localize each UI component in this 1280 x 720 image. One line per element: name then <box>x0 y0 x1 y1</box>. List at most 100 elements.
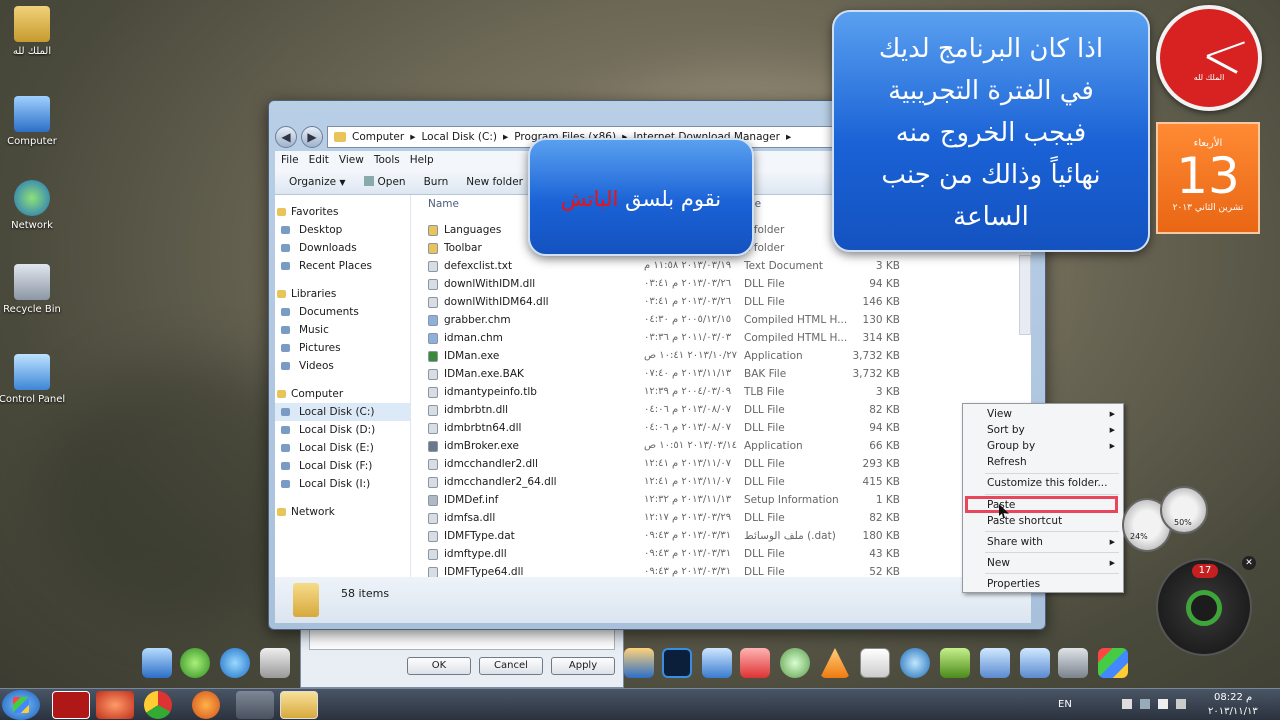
desktop-icon-computer[interactable]: Computer <box>0 96 70 147</box>
file-row[interactable]: defexclist.txt ٢٠١٣/٠٣/١٩ ١١:٥٨ م Text Doc… <box>412 257 1031 275</box>
dock-tool-icon[interactable] <box>702 648 732 678</box>
file-row[interactable]: idmfsa.dll ٢٠١٣/٠٣/٢٩ م ١٢:١٧ DLL File 82 K… <box>412 509 1031 527</box>
file-row[interactable]: IDMan.exe ٢٠١٣/١٠/٢٧ ١٠:٤١ ص Application 3,… <box>412 347 1031 365</box>
file-row[interactable]: idmcchandler2.dll ٢٠١٣/١١/٠٧ م ١٢:٤١ DLL F… <box>412 455 1031 473</box>
file-row[interactable]: IDMDef.inf ٢٠١٣/١١/١٣ م ١٢:٣٢ Setup Inform… <box>412 491 1031 509</box>
desktop-icon-control-panel[interactable]: Control Panel <box>0 354 70 405</box>
nav-item[interactable]: Local Disk (E:) <box>275 439 410 457</box>
taskbar-firefox-icon[interactable] <box>192 691 220 719</box>
file-row[interactable]: idmftype.dll ٢٠١٣/٠٣/٣١ م ٠٩:٤٣ DLL File 43… <box>412 545 1031 563</box>
ctx-share-with[interactable]: Share with ▶ <box>987 534 1117 550</box>
nav-item[interactable]: Documents <box>275 303 410 321</box>
dock-disc-icon[interactable] <box>940 648 970 678</box>
dock-chart-icon[interactable] <box>624 648 654 678</box>
ctx-view[interactable]: View ▶ <box>987 406 1117 422</box>
desktop-icon-user-folder[interactable]: الملك لله <box>0 6 70 57</box>
organize-button[interactable]: Organize ▼ <box>289 176 346 188</box>
nav-section-network[interactable]: Network <box>275 503 410 521</box>
nav-item[interactable]: Downloads <box>275 239 410 257</box>
taskbar-chrome-icon[interactable] <box>144 691 172 719</box>
open-button[interactable]: Open <box>363 175 406 188</box>
ctx-sort-by[interactable]: Sort by ▶ <box>987 422 1117 438</box>
ctx-refresh[interactable]: Refresh <box>987 454 1117 470</box>
file-row[interactable]: IDMFType.dat ٢٠١٣/٠٣/٣١ م ٠٩:٤٣ ملف الوسائ… <box>412 527 1031 545</box>
tray-icons[interactable] <box>1122 699 1194 711</box>
memory-meter-gadget[interactable]: 50% <box>1160 486 1208 534</box>
ctx-properties[interactable]: Properties <box>987 576 1117 592</box>
media-gadget[interactable]: 17 ✕ <box>1156 556 1256 656</box>
ctx-customize-folder[interactable]: Customize this folder... <box>987 475 1117 491</box>
dock-vlc-icon[interactable] <box>820 648 850 678</box>
nav-item[interactable]: Local Disk (F:) <box>275 457 410 475</box>
nav-item[interactable]: Music <box>275 321 410 339</box>
calendar-gadget[interactable]: الأربعاء 13 تشرين الثاني ٢٠١٣ <box>1156 122 1260 234</box>
menu-help[interactable]: Help <box>410 154 434 166</box>
forward-button[interactable]: ▶ <box>301 126 323 148</box>
ctx-label: Share with <box>987 536 1043 548</box>
start-button[interactable] <box>2 690 40 720</box>
file-row[interactable]: downlWithIDM.dll ٢٠١٣/٠٣/٢٦ م ٠٣:٤١ DLL Fi… <box>412 275 1031 293</box>
ctx-new[interactable]: New ▶ <box>987 555 1117 571</box>
nav-item-icon <box>281 362 290 370</box>
dock-paint-icon[interactable] <box>740 648 770 678</box>
file-row[interactable]: idmbrbtn64.dll ٢٠١٣/٠٨/٠٧ م ٠٤:٠٦ DLL File… <box>412 419 1031 437</box>
clock-date[interactable]: ٢٠١٣/١١/١٣ <box>1208 706 1258 717</box>
nav-section-favorites[interactable]: Favorites <box>275 203 410 221</box>
taskbar-installer-icon[interactable] <box>236 691 274 719</box>
breadcrumb-local-disk[interactable]: Local Disk (C:) <box>421 131 497 143</box>
new-folder-button[interactable]: New folder <box>466 176 523 188</box>
dock-network-icon[interactable] <box>780 648 810 678</box>
menu-separator <box>985 573 1119 574</box>
clock-time[interactable]: 08:22 م <box>1214 692 1252 703</box>
taskbar-explorer-icon[interactable] <box>280 691 318 719</box>
nav-section-computer[interactable]: Computer <box>275 385 410 403</box>
dock-calendar-icon[interactable] <box>860 648 890 678</box>
nav-item[interactable]: Pictures <box>275 339 410 357</box>
dock-computer-icon[interactable] <box>142 648 172 678</box>
dock-ie-icon[interactable] <box>220 648 250 678</box>
desktop-icon-network[interactable]: Network <box>0 180 70 231</box>
file-row[interactable]: idmantypeinfo.tlb ٢٠٠٤/٠٣/٠٩ م ١٢:٣٩ TLB F… <box>412 383 1031 401</box>
language-indicator[interactable]: EN <box>1058 699 1072 710</box>
close-icon[interactable]: ✕ <box>1242 556 1256 570</box>
ctx-group-by[interactable]: Group by ▶ <box>987 438 1117 454</box>
dock-film-icon[interactable] <box>900 648 930 678</box>
file-row[interactable]: idman.chm ٢٠١١/٠٣/٠٣ م ٠٣:٣٦ Compiled HTML… <box>412 329 1031 347</box>
back-button[interactable]: ◀ <box>275 126 297 148</box>
apply-button[interactable]: Apply <box>551 657 615 675</box>
dock-windows-icon[interactable] <box>1098 648 1128 678</box>
file-row[interactable]: idmbrbtn.dll ٢٠١٣/٠٨/٠٧ م ٠٤:٠٦ DLL File 82… <box>412 401 1031 419</box>
menu-view[interactable]: View <box>339 154 364 166</box>
nav-item[interactable]: Local Disk (C:) <box>275 403 410 421</box>
nav-item-icon <box>281 444 290 452</box>
cancel-button[interactable]: Cancel <box>479 657 543 675</box>
nav-item[interactable]: Desktop <box>275 221 410 239</box>
file-row[interactable]: idmcchandler2_64.dll ٢٠١٣/١١/٠٧ م ١٢:٤١ DL… <box>412 473 1031 491</box>
file-row[interactable]: downlWithIDM64.dll ٢٠١٣/٠٣/٢٦ م ٠٣:٤١ DLL … <box>412 293 1031 311</box>
nav-item[interactable]: Videos <box>275 357 410 375</box>
dock-video-icon[interactable] <box>1058 648 1088 678</box>
nav-section-libraries[interactable]: Libraries <box>275 285 410 303</box>
file-row[interactable]: grabber.chm ٢٠٠٥/١٢/١٥ م ٠٤:٣٠ Compiled HT… <box>412 311 1031 329</box>
dock-edit-icon[interactable] <box>1020 648 1050 678</box>
breadcrumb-computer[interactable]: Computer <box>352 131 404 143</box>
dock-mail-icon[interactable] <box>980 648 1010 678</box>
menu-edit[interactable]: Edit <box>309 154 329 166</box>
dock-utorrent-icon[interactable] <box>180 648 210 678</box>
ctx-paste-shortcut[interactable]: Paste shortcut <box>987 513 1117 529</box>
file-row[interactable]: idmBroker.exe ٢٠١٣/٠٣/١٤ ١٠:٥١ ص Applicati… <box>412 437 1031 455</box>
menu-tools[interactable]: Tools <box>374 154 400 166</box>
burn-button[interactable]: Burn <box>424 176 449 188</box>
clock-gadget[interactable]: الملك لله <box>1156 5 1262 111</box>
ok-button[interactable]: OK <box>407 657 471 675</box>
desktop-icon-recycle-bin[interactable]: Recycle Bin <box>0 264 70 315</box>
nav-item[interactable]: Local Disk (D:) <box>275 421 410 439</box>
taskbar-app-icon[interactable] <box>96 691 134 719</box>
dock-photoshop-icon[interactable] <box>662 648 692 678</box>
dock-printer-icon[interactable] <box>260 648 290 678</box>
nav-item[interactable]: Recent Places <box>275 257 410 275</box>
file-row[interactable]: IDMan.exe.BAK ٢٠١٣/١١/١٣ م ٠٧:٤٠ BAK File 3… <box>412 365 1031 383</box>
menu-file[interactable]: File <box>281 154 299 166</box>
taskbar-bandicam-icon[interactable] <box>52 691 90 719</box>
nav-item[interactable]: Local Disk (I:) <box>275 475 410 493</box>
